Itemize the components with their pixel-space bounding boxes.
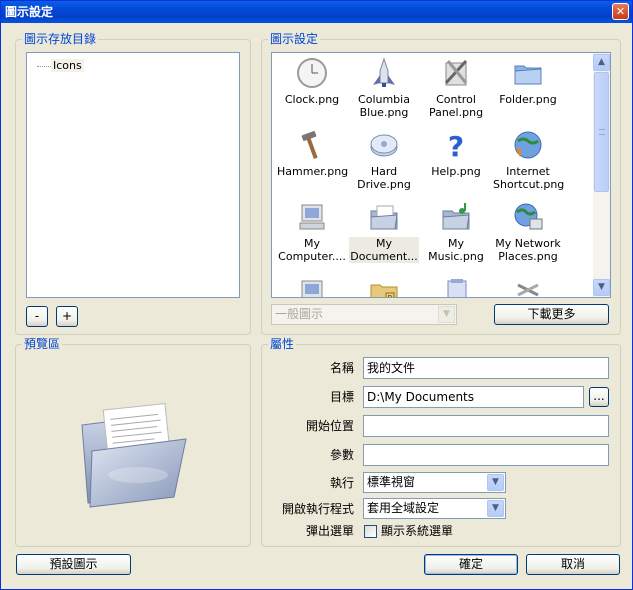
icon-item-label: Clock.png [284,93,340,106]
target-label: 目標 [329,390,354,404]
name-label: 名稱 [329,361,354,375]
title-bar[interactable]: 圖示設定 ✕ [1,1,632,23]
preview-image [74,395,204,510]
icon-item[interactable]: Columbia Blue.png [349,57,419,127]
default-icon-button[interactable]: 預設圖示 [16,554,131,575]
icon-item[interactable]: Folder.png [493,57,563,127]
icon-item[interactable]: ? Help.png [421,129,491,199]
download-more-button[interactable]: 下載更多 [494,304,609,325]
my-documents-large-icon [81,403,187,508]
target-field[interactable]: D:\My Documents [363,386,584,408]
chevron-down-icon: ▼ [487,500,504,517]
run-label: 執行 [329,476,354,490]
tools-partial-icon [512,273,544,297]
note-partial-icon [440,273,472,297]
icon-item[interactable]: R [349,273,419,298]
icon-item[interactable]: My Music.png [421,201,491,271]
icon-item[interactable] [277,273,347,297]
icon-folders-group: 圖示存放目錄 Icons - + [15,32,251,335]
icon-item-label: Internet Shortcut.png [493,165,565,191]
icon-item-label: My Music.png [428,237,484,263]
name-field[interactable]: 我的文件 [363,357,609,379]
add-folder-button[interactable]: + [56,306,78,327]
icon-category-select[interactable]: 一般圖示 ▼ [271,304,457,325]
network-icon [512,201,544,233]
icon-item-label: Hammer.png [277,165,349,178]
properties-group: 屬性 名稱 我的文件 目標 D:\My Documents ... 開始位置 參… [261,337,621,547]
icon-item-label: Control Panel.png [428,93,484,119]
folder-r-partial-icon: R [368,273,400,298]
ok-button[interactable]: 確定 [424,554,518,575]
icon-item[interactable]: Control Panel.png [421,57,491,127]
icon-item[interactable]: Internet Shortcut.png [493,129,565,199]
start-in-label: 開始位置 [305,419,354,433]
scroll-up-icon[interactable]: ▲ [593,54,610,71]
tree-item-icons[interactable]: Icons [37,58,84,74]
my-documents-icon [368,201,400,233]
show-system-menu-checkbox[interactable] [364,525,377,538]
icon-settings-group: 圖示設定 R My Network Places.png My Music.png M… [261,32,621,335]
icon-item-label: My Network Places.png [495,237,561,263]
preview-group-label: 預覽區 [22,337,63,351]
icon-item[interactable]: My Computer.... [277,201,347,271]
chevron-down-icon: ▼ [487,474,504,491]
help-icon: ? [440,129,472,163]
computer-partial-icon [296,273,328,297]
svg-text:?: ? [448,130,464,161]
params-label: 參數 [329,448,354,462]
computer-icon [296,201,328,233]
icon-list[interactable]: R My Network Places.png My Music.png My Doc… [271,52,611,298]
open-with-select-value: 套用全域設定 [367,501,440,515]
start-in-field[interactable] [363,415,609,437]
scroll-down-icon[interactable]: ▼ [593,279,610,296]
icon-item[interactable]: My Network Places.png [493,201,563,271]
icon-list-scrollbar[interactable]: ▲ ▼ [593,53,610,297]
icon-item[interactable]: Clock.png [277,57,347,127]
internet-icon [512,129,544,161]
window-title: 圖示設定 [5,5,54,19]
run-select-value: 標準視窗 [367,475,416,489]
icon-item-label: My Computer.... [278,237,346,263]
properties-group-label: 屬性 [268,337,297,351]
params-field[interactable] [363,444,609,466]
scroll-grip [599,129,605,135]
close-icon[interactable]: ✕ [612,3,629,20]
folder-tree[interactable]: Icons [26,52,240,298]
svg-text:R: R [387,294,393,298]
scroll-thumb[interactable] [594,72,609,192]
control-panel-icon [440,57,472,89]
shuttle-icon [368,57,400,89]
remove-folder-button[interactable]: - [26,306,48,327]
cancel-button[interactable]: 取消 [526,554,620,575]
tree-item-label: Icons [51,59,84,72]
icon-folders-group-label: 圖示存放目錄 [22,32,99,46]
popup-menu-label: 彈出選單 [305,524,354,538]
icon-category-value: 一般圖示 [275,307,324,321]
icon-item[interactable]: Hard Drive.png [349,129,419,199]
hammer-icon [296,129,328,161]
run-select[interactable]: 標準視窗 ▼ [363,472,506,493]
open-with-select[interactable]: 套用全域設定 ▼ [363,498,506,519]
icon-item-label: Hard Drive.png [357,165,411,191]
icon-item-label: Columbia Blue.png [358,93,410,119]
icon-item[interactable] [493,273,563,297]
icon-item-label: Folder.png [499,93,557,106]
hard-drive-icon [368,129,400,161]
icon-item[interactable]: My Document... [349,201,419,271]
icon-item[interactable]: Hammer.png [277,129,349,199]
browse-button[interactable]: ... [589,387,609,407]
icon-settings-group-label: 圖示設定 [268,32,321,46]
clock-icon [296,57,328,89]
folder-icon [512,57,544,89]
open-with-label: 開啟執行程式 [281,502,354,516]
icon-item-label: My Document... [349,237,419,263]
show-system-menu-label[interactable]: 顯示系統選單 [381,523,453,539]
preview-group: 預覽區 [15,337,251,547]
music-folder-icon [440,201,472,233]
icon-settings-dialog: 圖示設定 ✕ 圖示存放目錄 Icons - + 圖示設定 R My Network… [0,0,633,590]
icon-item[interactable] [421,273,491,297]
tree-connector [37,65,51,67]
chevron-down-icon: ▼ [438,306,455,323]
icon-item-label: Help.png [431,165,481,178]
